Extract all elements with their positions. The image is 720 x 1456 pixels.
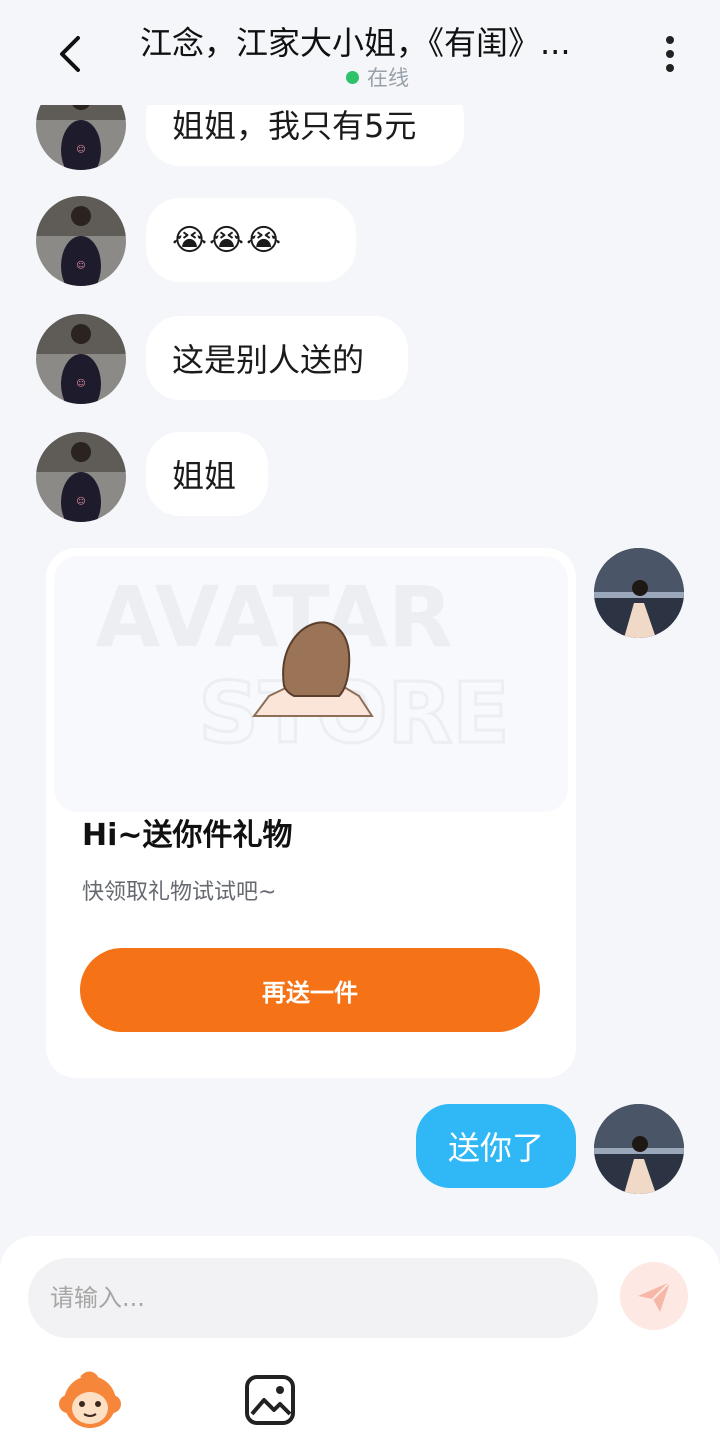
gift-card-title: Hi~送你件礼物: [82, 818, 293, 853]
monkey-sticker-icon: [59, 1371, 121, 1428]
send-button[interactable]: [620, 1262, 688, 1330]
send-paper-plane-icon: [638, 1281, 671, 1312]
gift-card-subtitle: 快领取礼物试试吧~: [82, 880, 277, 905]
message-text: 这是别人送的: [172, 341, 365, 379]
incoming-message: 这是别人送的: [146, 316, 408, 400]
self-avatar[interactable]: [594, 1104, 684, 1194]
back-button[interactable]: [50, 30, 90, 78]
image-icon: [245, 1375, 295, 1425]
online-status: 在线: [346, 62, 409, 92]
contact-avatar[interactable]: ☺: [36, 314, 126, 404]
self-avatar[interactable]: [594, 548, 684, 638]
more-vertical-icon: [666, 36, 674, 72]
more-options-button[interactable]: [655, 30, 685, 78]
chat-area: ☺ 姐姐，我只有5元 ☺ 😭😭😭 ☺ 这是别人送的 ☺ 姐姐 AVATAR ST…: [0, 0, 720, 1230]
message-composer: [0, 1236, 720, 1456]
gift-image: AVATAR STORE: [54, 556, 568, 812]
sticker-button[interactable]: [56, 1368, 124, 1436]
message-text: 姐姐: [172, 457, 237, 495]
online-dot-icon: [346, 70, 359, 84]
chat-title: 江念，江家大小姐，《有闺》...: [140, 24, 571, 62]
incoming-message: 姐姐: [146, 432, 268, 516]
message-text: 送你了: [447, 1129, 544, 1167]
message-input[interactable]: [28, 1258, 598, 1338]
chevron-left-icon: [60, 36, 80, 72]
crying-emoji-icon: 😭😭😭: [172, 222, 284, 258]
watermark-top: AVATAR: [95, 568, 453, 666]
chat-header: 江念，江家大小姐，《有闺》... 在线: [0, 0, 720, 105]
contact-avatar[interactable]: ☺: [36, 432, 126, 522]
incoming-message: 😭😭😭: [146, 198, 356, 282]
svg-text:☺: ☺: [76, 378, 85, 389]
outgoing-message: 送你了: [416, 1104, 576, 1188]
svg-text:☺: ☺: [76, 260, 85, 271]
contact-avatar[interactable]: ☺: [36, 196, 126, 286]
send-another-gift-button[interactable]: 再送一件: [80, 948, 540, 1032]
svg-text:☺: ☺: [76, 144, 85, 155]
message-text: 姐姐，我只有5元: [172, 107, 417, 145]
gift-card[interactable]: AVATAR STORE Hi~送你件礼物 快领取礼物试试吧~ 再送一件: [46, 548, 576, 1078]
svg-text:☺: ☺: [76, 496, 85, 507]
image-button[interactable]: [244, 1374, 296, 1426]
status-text: 在线: [367, 66, 409, 90]
